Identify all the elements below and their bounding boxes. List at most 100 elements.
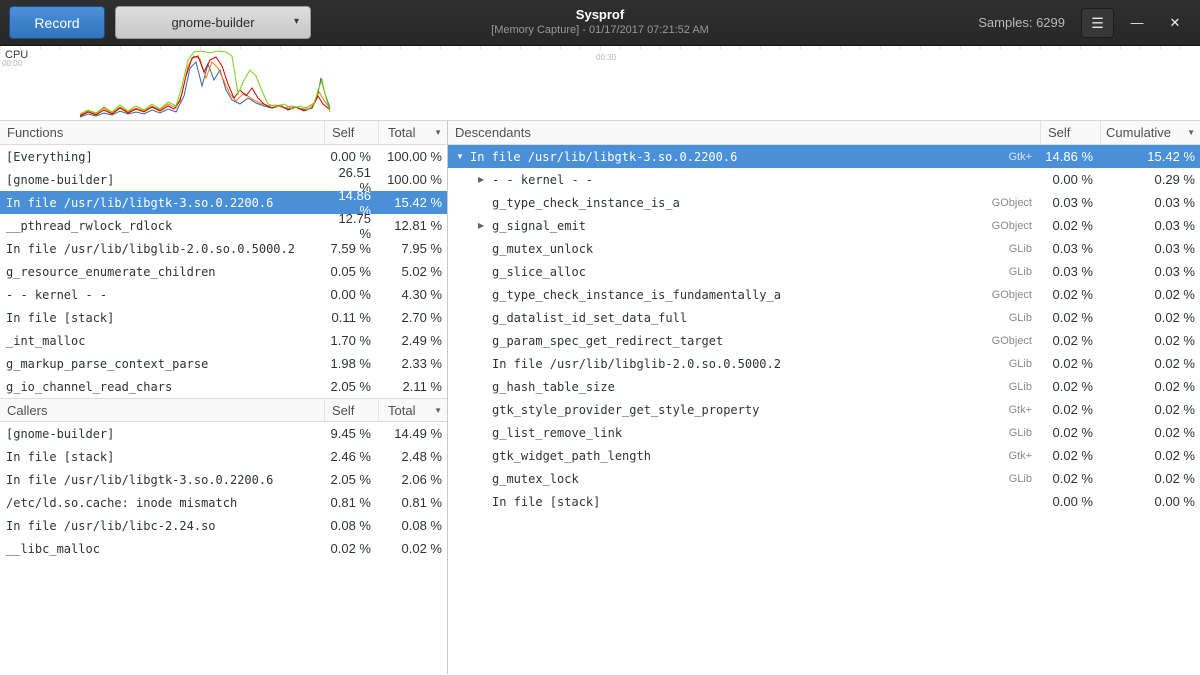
- tree-row[interactable]: g_hash_table_sizeGLib0.02 %0.02 %: [448, 375, 1200, 398]
- table-row[interactable]: __libc_malloc0.02 %0.02 %: [0, 537, 447, 560]
- function-name: In file [stack]: [492, 495, 600, 509]
- column-header-callers[interactable]: Callers: [0, 399, 324, 421]
- close-button[interactable]: ✕: [1160, 8, 1190, 38]
- cumulative-percent: 0.02 %: [1100, 356, 1200, 371]
- column-header-total-label: Total: [388, 125, 415, 140]
- right-pane: Descendants Self Cumulative ▼ ▼In file /…: [448, 121, 1200, 674]
- library-category: GLib: [1009, 243, 1040, 255]
- table-row[interactable]: __pthread_rwlock_rdlock12.75 %12.81 %: [0, 214, 447, 237]
- callers-table-header: Callers Self Total ▼: [0, 398, 447, 422]
- table-row[interactable]: In file /usr/lib/libc-2.24.so0.08 %0.08 …: [0, 514, 447, 537]
- total-percent: 12.81 %: [378, 218, 447, 233]
- total-percent: 7.95 %: [378, 241, 447, 256]
- expander-closed-icon[interactable]: ▶: [478, 221, 492, 230]
- minimize-icon: —: [1131, 15, 1144, 30]
- tree-row[interactable]: g_type_check_instance_is_fundamentally_a…: [448, 283, 1200, 306]
- library-category: GLib: [1009, 358, 1040, 370]
- table-row[interactable]: In file /usr/lib/libgtk-3.so.0.2200.6 2.0…: [0, 468, 447, 491]
- table-row[interactable]: g_io_channel_read_chars2.05 %2.11 %: [0, 375, 447, 398]
- cpu-graph-area[interactable]: CPU 00:00 00:30: [0, 46, 1200, 121]
- menu-button[interactable]: ☰: [1081, 8, 1114, 38]
- window-title-block: Sysprof [Memory Capture] - 01/17/2017 07…: [491, 7, 709, 36]
- tree-row[interactable]: g_slice_allocGLib0.03 %0.03 %: [448, 260, 1200, 283]
- table-row[interactable]: In file [stack]0.11 %2.70 %: [0, 306, 447, 329]
- tree-name-cell: ▼In file /usr/lib/libgtk-3.so.0.2200.6 Gt…: [448, 150, 1040, 164]
- library-category: GLib: [1009, 312, 1040, 324]
- column-header-self[interactable]: Self: [324, 399, 378, 421]
- tree-row[interactable]: In file /usr/lib/libglib-2.0.so.0.5000.2…: [448, 352, 1200, 375]
- tree-name-cell: In file /usr/lib/libglib-2.0.so.0.5000.2…: [448, 357, 1040, 371]
- tree-row[interactable]: g_type_check_instance_is_aGObject0.03 %0…: [448, 191, 1200, 214]
- function-name: In file /usr/lib/libgtk-3.so.0.2200.6: [470, 150, 737, 164]
- total-percent: 0.02 %: [378, 541, 447, 556]
- library-category: Gtk+: [1008, 151, 1040, 163]
- column-header-self[interactable]: Self: [324, 121, 378, 144]
- process-selector-dropdown[interactable]: gnome-builder ▾: [115, 6, 311, 39]
- expander-closed-icon[interactable]: ▶: [478, 175, 492, 184]
- function-name: g_signal_emit: [492, 219, 586, 233]
- column-header-cumulative[interactable]: Cumulative ▼: [1100, 121, 1200, 144]
- tree-row[interactable]: gtk_style_provider_get_style_propertyGtk…: [448, 398, 1200, 421]
- library-category: GLib: [1009, 473, 1040, 485]
- column-header-total-label: Total: [388, 403, 415, 418]
- self-percent: 7.59 %: [324, 241, 378, 256]
- tree-name-cell: g_type_check_instance_is_fundamentally_a…: [448, 288, 1040, 302]
- function-name: - - kernel - -: [0, 288, 324, 302]
- tree-row[interactable]: g_list_remove_linkGLib0.02 %0.02 %: [448, 421, 1200, 444]
- self-percent: 0.02 %: [1040, 425, 1100, 440]
- tree-name-cell: ▶- - kernel - -: [448, 173, 1040, 187]
- function-name: In file /usr/lib/libgtk-3.so.0.2200.6: [0, 196, 324, 210]
- table-row[interactable]: _int_malloc1.70 %2.49 %: [0, 329, 447, 352]
- cumulative-percent: 15.42 %: [1100, 149, 1200, 164]
- tree-row[interactable]: In file [stack]0.00 %0.00 %: [448, 490, 1200, 513]
- column-header-total[interactable]: Total ▼: [378, 399, 447, 421]
- total-percent: 2.48 %: [378, 449, 447, 464]
- function-name: __pthread_rwlock_rdlock: [0, 219, 324, 233]
- cumulative-percent: 0.03 %: [1100, 264, 1200, 279]
- table-row[interactable]: In file [stack]2.46 %2.48 %: [0, 445, 447, 468]
- table-row[interactable]: g_resource_enumerate_children0.05 %5.02 …: [0, 260, 447, 283]
- function-name: In file [stack]: [0, 311, 324, 325]
- table-row[interactable]: [gnome-builder]9.45 %14.49 %: [0, 422, 447, 445]
- table-row[interactable]: - - kernel - -0.00 %4.30 %: [0, 283, 447, 306]
- table-row[interactable]: In file /usr/lib/libgtk-3.so.0.2200.614.…: [0, 191, 447, 214]
- self-percent: 0.02 %: [1040, 379, 1100, 394]
- column-header-self[interactable]: Self: [1040, 121, 1100, 144]
- column-header-functions[interactable]: Functions: [0, 121, 324, 144]
- tree-row[interactable]: gtk_widget_path_lengthGtk+0.02 %0.02 %: [448, 444, 1200, 467]
- tree-row[interactable]: g_param_spec_get_redirect_targetGObject0…: [448, 329, 1200, 352]
- total-percent: 14.49 %: [378, 426, 447, 441]
- tree-row[interactable]: ▶- - kernel - -0.00 %0.29 %: [448, 168, 1200, 191]
- minimize-button[interactable]: —: [1122, 8, 1152, 38]
- function-name: g_io_channel_read_chars: [0, 380, 324, 394]
- tree-row[interactable]: ▼In file /usr/lib/libgtk-3.so.0.2200.6 Gt…: [448, 145, 1200, 168]
- self-percent: 14.86 %: [1040, 149, 1100, 164]
- tree-row[interactable]: g_mutex_lockGLib0.02 %0.02 %: [448, 467, 1200, 490]
- function-name: [gnome-builder]: [0, 427, 324, 441]
- tree-row[interactable]: g_datalist_id_set_data_fullGLib0.02 %0.0…: [448, 306, 1200, 329]
- cpu-line-orange: [80, 56, 330, 115]
- close-icon: ✕: [1170, 15, 1181, 30]
- expander-open-icon[interactable]: ▼: [456, 152, 470, 161]
- record-button[interactable]: Record: [9, 6, 105, 39]
- function-name: __libc_malloc: [0, 542, 324, 556]
- tree-row[interactable]: g_mutex_unlockGLib0.03 %0.03 %: [448, 237, 1200, 260]
- column-header-descendants[interactable]: Descendants: [448, 121, 1040, 144]
- table-row[interactable]: g_markup_parse_context_parse1.98 %2.33 %: [0, 352, 447, 375]
- table-row[interactable]: [Everything]0.00 %100.00 %: [0, 145, 447, 168]
- table-row[interactable]: [gnome-builder]26.51 %100.00 %: [0, 168, 447, 191]
- cumulative-percent: 0.02 %: [1100, 425, 1200, 440]
- table-row[interactable]: In file /usr/lib/libglib-2.0.so.0.5000.2…: [0, 237, 447, 260]
- self-percent: 0.02 %: [1040, 218, 1100, 233]
- table-row[interactable]: /etc/ld.so.cache: inode mismatch0.81 %0.…: [0, 491, 447, 514]
- timeline-tick-mid: 00:30: [596, 53, 616, 62]
- library-category: GObject: [992, 220, 1040, 232]
- total-percent: 2.06 %: [378, 472, 447, 487]
- function-name: In file /usr/lib/libgtk-3.so.0.2200.6: [0, 473, 324, 487]
- library-category: Gtk+: [1008, 450, 1040, 462]
- tree-name-cell: g_slice_allocGLib: [448, 265, 1040, 279]
- tree-row[interactable]: ▶g_signal_emitGObject0.02 %0.03 %: [448, 214, 1200, 237]
- self-percent: 0.02 %: [1040, 333, 1100, 348]
- tree-name-cell: g_datalist_id_set_data_fullGLib: [448, 311, 1040, 325]
- column-header-total[interactable]: Total ▼: [378, 121, 447, 144]
